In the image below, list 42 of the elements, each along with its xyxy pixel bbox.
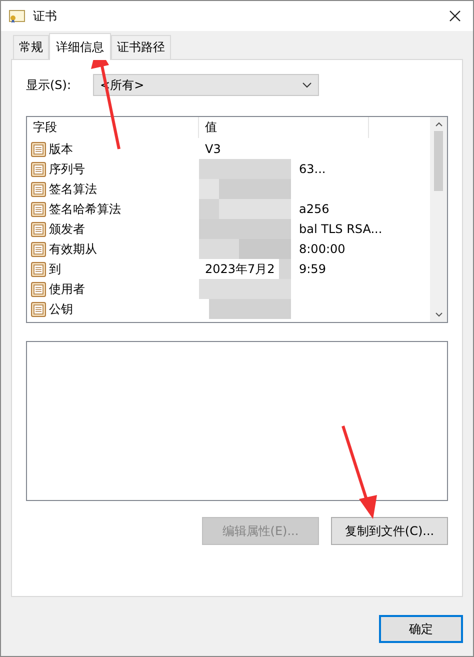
field-value: 8:00:00: [299, 242, 346, 256]
scroll-up-icon[interactable]: [434, 122, 442, 127]
document-icon: [31, 182, 46, 196]
scroll-down-icon[interactable]: [434, 312, 442, 317]
close-icon[interactable]: [449, 10, 461, 22]
scrollbar[interactable]: [430, 117, 447, 322]
scroll-thumb[interactable]: [434, 131, 443, 191]
field-name[interactable]: 使用者: [49, 280, 85, 298]
document-icon: [31, 202, 46, 216]
ok-button[interactable]: 确定: [379, 615, 463, 643]
chevron-down-icon: [302, 82, 312, 88]
field-value: 63...: [299, 162, 326, 176]
field-value: 2023年7月2: [205, 260, 275, 278]
field-value: V3: [205, 142, 221, 156]
field-name[interactable]: 有效期从: [49, 240, 97, 258]
field-value: a256: [299, 202, 330, 216]
document-icon: [31, 142, 46, 156]
tab[interactable]: 详细信息: [49, 33, 111, 60]
document-icon: [31, 282, 46, 296]
field-name[interactable]: 到: [49, 260, 61, 278]
show-label: 显示(S):: [26, 76, 72, 94]
document-icon: [31, 302, 46, 316]
tab[interactable]: 常规: [13, 35, 49, 59]
action-button[interactable]: 复制到文件(C)...: [331, 517, 448, 545]
field-value: bal TLS RSA...: [299, 222, 382, 236]
detail-box[interactable]: [26, 341, 448, 501]
document-icon: [31, 262, 46, 276]
certificate-icon: [9, 9, 25, 23]
window-title: 证书: [33, 8, 58, 24]
field-name[interactable]: 签名哈希算法: [49, 200, 121, 218]
field-name[interactable]: 版本: [49, 140, 73, 158]
column-header[interactable]: 字段: [27, 117, 199, 138]
field-name[interactable]: 公钥: [49, 300, 73, 318]
tab[interactable]: 证书路径: [111, 35, 171, 59]
field-value: 9:59: [299, 262, 326, 276]
field-name[interactable]: 签名算法: [49, 180, 97, 198]
document-icon: [31, 162, 46, 176]
column-header[interactable]: 值: [199, 117, 369, 138]
document-icon: [31, 222, 46, 236]
field-name[interactable]: 颁发者: [49, 220, 85, 238]
document-icon: [31, 242, 46, 256]
field-name[interactable]: 序列号: [49, 160, 85, 178]
